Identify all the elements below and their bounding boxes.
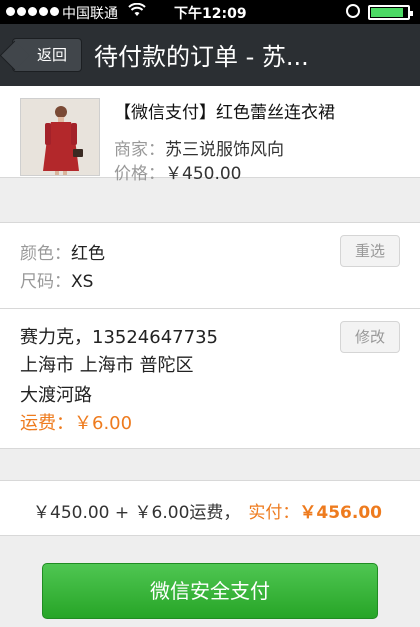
back-button[interactable]: 返回 — [12, 38, 82, 72]
total-summary: ￥450.00 + ￥6.00运费， 实付：￥456.00 — [33, 498, 382, 523]
merchant-label: 商家： — [114, 140, 165, 160]
product-name: 【微信支付】红色蕾丝连衣裙 — [114, 103, 335, 123]
clock: 下午12:09 — [174, 6, 247, 22]
back-button-label: 返回 — [36, 46, 67, 64]
edit-address-button[interactable]: 修改 — [340, 321, 400, 353]
status-bar: 中国联通 下午12:09 — [0, 0, 420, 24]
color-label: 颜色： — [20, 244, 71, 264]
price-value: ￥450.00 — [165, 164, 242, 184]
wechat-pay-button[interactable]: 微信安全支付 — [42, 563, 378, 619]
signal-strength-icon — [6, 7, 59, 16]
paid-amount: ￥456.00 — [299, 503, 382, 523]
battery-icon — [368, 5, 413, 20]
navigation-bar: 返回 待付款的订单 - 苏... — [0, 24, 420, 86]
price-label: 价格： — [114, 164, 165, 184]
size-row: 尺码：XS — [20, 267, 93, 292]
order-total-bar: ￥450.00 + ￥6.00运费， 实付：￥456.00 — [0, 480, 420, 536]
color-row: 颜色：红色 — [20, 239, 105, 264]
address-region: 上海市 上海市 普陀区 — [20, 355, 194, 376]
carrier-name: 中国联通 — [62, 6, 118, 22]
shipping-label: 运费： — [20, 413, 74, 434]
rotation-lock-icon — [346, 4, 360, 18]
product-merchant: 商家：苏三说服饰风向 — [114, 135, 284, 160]
color-value: 红色 — [71, 244, 105, 264]
size-label: 尺码： — [20, 272, 71, 292]
reselect-button[interactable]: 重选 — [340, 235, 400, 267]
merchant-name: 苏三说服饰风向 — [165, 140, 284, 160]
total-breakdown: ￥450.00 + ￥6.00运费， — [33, 503, 241, 523]
product-thumbnail — [20, 98, 100, 176]
address-street: 大渡河路 — [20, 385, 92, 406]
size-value: XS — [71, 272, 94, 292]
product-price: 价格：￥450.00 — [114, 159, 241, 184]
paid-label: 实付： — [248, 503, 300, 523]
product-card[interactable]: 【微信支付】红色蕾丝连衣裙 商家：苏三说服饰风向 价格：￥450.00 — [0, 86, 420, 184]
spec-card: 颜色：红色 尺码：XS 重选 — [0, 222, 420, 308]
shipping-fee-row: 运费：￥6.00 — [20, 409, 132, 435]
wifi-icon — [128, 2, 146, 21]
page-title: 待付款的订单 - 苏... — [94, 43, 309, 71]
shipping-fee: ￥6.00 — [74, 413, 133, 434]
recipient-info: 赛力克，13524647735 — [20, 327, 218, 348]
address-card: 赛力克，13524647735 上海市 上海市 普陀区 大渡河路 运费：￥6.0… — [0, 309, 420, 449]
